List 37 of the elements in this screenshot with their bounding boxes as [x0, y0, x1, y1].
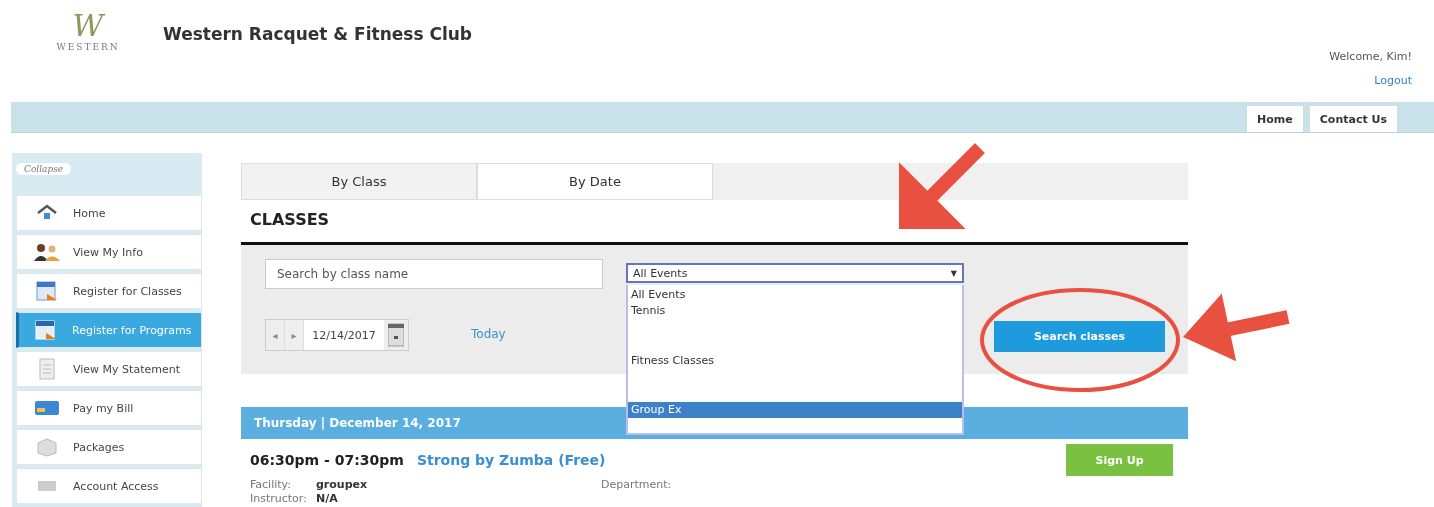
- sidebar-item[interactable]: Home: [16, 195, 202, 231]
- event-dropdown[interactable]: All Events ▼: [626, 263, 964, 283]
- welcome-text: Welcome, Kim!: [1329, 50, 1412, 63]
- dropdown-option[interactable]: Group Ex: [628, 402, 962, 418]
- site-title: Western Racquet & Fitness Club: [163, 24, 472, 44]
- field-label: Instructor:: [250, 492, 308, 506]
- sidebar-item[interactable]: View My Statement: [16, 351, 202, 387]
- sidebar-item[interactable]: Pay my Bill: [16, 390, 202, 426]
- nav-tab[interactable]: Contact Us: [1308, 105, 1398, 132]
- dropdown-option[interactable]: Tennis: [628, 303, 962, 319]
- card-icon: [34, 399, 60, 417]
- page-heading: CLASSES: [250, 210, 331, 231]
- logout-link[interactable]: Logout: [1374, 74, 1412, 87]
- logo: W WESTERN: [55, 10, 121, 52]
- house-icon: [36, 204, 58, 222]
- dropdown-option[interactable]: Fitness Classes: [628, 353, 962, 369]
- sidebar-item[interactable]: View My Info: [16, 234, 202, 270]
- field-value: groupex: [316, 478, 369, 492]
- class-time: 06:30pm - 07:30pm: [250, 452, 404, 468]
- calendar-icon: [35, 280, 59, 302]
- dropdown-option[interactable]: All Events: [628, 287, 962, 303]
- collapse-button[interactable]: Collapse: [16, 163, 72, 175]
- document-icon: [36, 358, 58, 380]
- sidebar-item[interactable]: Register for Classes: [16, 273, 202, 309]
- sidebar-item[interactable]: Account Access: [16, 468, 202, 504]
- account-icon: [35, 479, 59, 493]
- box-icon: [35, 437, 59, 457]
- nav-tab[interactable]: Home: [1246, 105, 1304, 132]
- sidebar-item[interactable]: Packages: [16, 429, 202, 465]
- tab[interactable]: By Class: [241, 163, 477, 200]
- field-value: N/A: [316, 492, 339, 506]
- search-field[interactable]: Search by class name: [265, 259, 603, 289]
- field-label: Facility:: [250, 478, 292, 492]
- people-icon: [33, 243, 61, 261]
- tab[interactable]: By Date: [477, 163, 713, 200]
- calendar-icon: [34, 319, 58, 341]
- dropdown-arrow-icon: ▼: [950, 268, 957, 278]
